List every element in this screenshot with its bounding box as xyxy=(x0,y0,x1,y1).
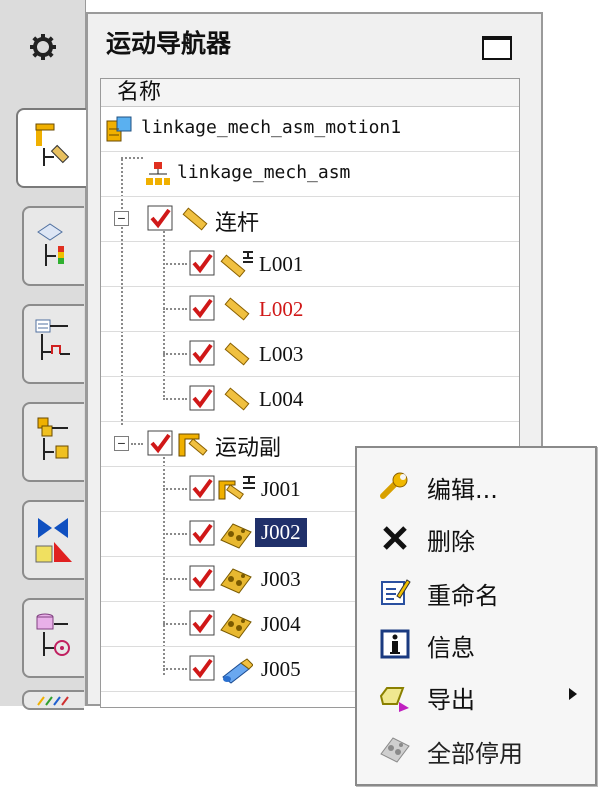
constraint-navigator-icon xyxy=(35,518,72,563)
revolute-joint-icon xyxy=(220,613,252,639)
grounded-joint-icon xyxy=(218,476,255,500)
maximize-button[interactable] xyxy=(482,36,512,60)
row-label: 运动副 xyxy=(215,436,282,461)
rename-icon xyxy=(381,579,411,605)
menu-label: 导出 xyxy=(427,686,475,714)
row-label: J004 xyxy=(261,612,301,636)
tree-row[interactable]: linkage_mech_asm_motion1 xyxy=(101,107,519,152)
row-label: L001 xyxy=(259,252,304,276)
row-label: linkage_mech_asm_motion1 xyxy=(141,117,402,138)
motion-navigator-icon xyxy=(35,123,70,166)
checkbox-checked-icon[interactable] xyxy=(147,205,173,231)
menu-item-export[interactable]: 导出 xyxy=(357,670,595,720)
tree-row[interactable]: − 连杆 xyxy=(101,197,519,242)
checkbox-checked-icon[interactable] xyxy=(189,340,215,366)
row-label: L004 xyxy=(259,387,304,411)
checkbox-checked-icon[interactable] xyxy=(189,655,215,681)
part-navigator-icon xyxy=(36,613,70,656)
revolute-joint-icon xyxy=(220,568,252,594)
tree-connector xyxy=(163,578,187,580)
submenu-arrow-icon xyxy=(569,688,577,700)
tab-part-navigator[interactable] xyxy=(22,598,84,678)
checkbox-checked-icon[interactable] xyxy=(189,520,215,546)
delete-x-icon xyxy=(383,526,407,550)
tree-connector xyxy=(163,488,187,490)
info-icon xyxy=(380,629,410,659)
tree-row[interactable]: linkage_mech_asm xyxy=(101,152,519,197)
tab-motion-navigator[interactable] xyxy=(16,108,86,188)
tree-connector xyxy=(163,533,187,535)
tree-connector xyxy=(163,398,187,400)
tab-more[interactable] xyxy=(22,690,84,710)
process-navigator-icon xyxy=(35,319,70,360)
link-icon xyxy=(182,207,208,231)
export-icon xyxy=(379,687,409,712)
tree-connector xyxy=(163,308,187,310)
link-icon xyxy=(224,342,250,366)
row-label: J003 xyxy=(261,567,301,591)
menu-label: 全部停用 xyxy=(427,740,523,768)
motion-sim-icon xyxy=(106,116,132,142)
tree-row[interactable]: L001 xyxy=(101,242,519,287)
checkbox-checked-icon[interactable] xyxy=(189,565,215,591)
context-menu: 编辑... 删除 重命名 信息 导出 全部停用 xyxy=(355,446,597,786)
checkbox-checked-icon[interactable] xyxy=(147,430,173,456)
row-label: linkage_mech_asm xyxy=(177,162,351,183)
slider-joint-icon xyxy=(222,658,253,684)
checkbox-checked-icon[interactable] xyxy=(189,250,215,276)
row-label: 连杆 xyxy=(215,211,260,236)
tree-connector xyxy=(131,443,143,445)
tab-process-navigator[interactable] xyxy=(22,304,84,384)
more-tabs-icon xyxy=(37,696,69,706)
assembly-navigator-icon xyxy=(37,417,69,460)
tree-connector xyxy=(163,623,187,625)
link-icon xyxy=(224,387,250,411)
menu-item-deactivate-all[interactable]: 全部停用 xyxy=(357,724,595,774)
menu-label: 删除 xyxy=(427,528,475,556)
revolute-joint-icon xyxy=(220,523,252,549)
menu-label: 重命名 xyxy=(427,582,499,610)
wrench-icon xyxy=(380,472,408,499)
column-header-name[interactable]: 名称 xyxy=(101,79,519,107)
collapse-toggle[interactable]: − xyxy=(114,436,129,451)
gear-icon[interactable] xyxy=(18,22,68,72)
row-label: J002 xyxy=(255,518,307,547)
tab-constraint-navigator[interactable] xyxy=(22,500,84,580)
menu-label: 编辑... xyxy=(427,476,498,504)
row-label: L003 xyxy=(259,342,304,366)
navigator-tab-strip xyxy=(0,0,86,710)
checkbox-checked-icon[interactable] xyxy=(189,610,215,636)
checkbox-checked-icon[interactable] xyxy=(189,295,215,321)
tab-assembly-navigator[interactable] xyxy=(22,402,84,482)
panel-title: 运动导航器 xyxy=(106,29,232,58)
row-label: J001 xyxy=(261,477,301,501)
tree-connector xyxy=(163,668,187,670)
grounded-link-icon xyxy=(220,251,253,278)
tree-row[interactable]: L003 xyxy=(101,332,519,377)
tree-connector xyxy=(163,263,187,265)
menu-item-edit[interactable]: 编辑... xyxy=(357,460,595,510)
tree-row[interactable]: L004 xyxy=(101,377,519,422)
checkbox-checked-icon[interactable] xyxy=(189,475,215,501)
checkbox-checked-icon[interactable] xyxy=(189,385,215,411)
deactivate-all-icon xyxy=(380,737,410,763)
menu-label: 信息 xyxy=(427,634,475,662)
tree-connector xyxy=(163,353,187,355)
analysis-navigator-icon xyxy=(37,223,64,266)
link-icon xyxy=(224,297,250,321)
row-label: J005 xyxy=(261,657,301,681)
row-label: L002 xyxy=(259,297,304,321)
menu-item-info[interactable]: 信息 xyxy=(357,618,595,668)
collapse-toggle[interactable]: − xyxy=(114,211,129,226)
joint-folder-icon xyxy=(178,433,208,457)
tab-analysis-navigator[interactable] xyxy=(22,206,84,286)
menu-item-delete[interactable]: 删除 xyxy=(357,512,595,562)
assembly-icon xyxy=(146,162,170,185)
tree-row[interactable]: L002 xyxy=(101,287,519,332)
menu-item-rename[interactable]: 重命名 xyxy=(357,566,595,616)
